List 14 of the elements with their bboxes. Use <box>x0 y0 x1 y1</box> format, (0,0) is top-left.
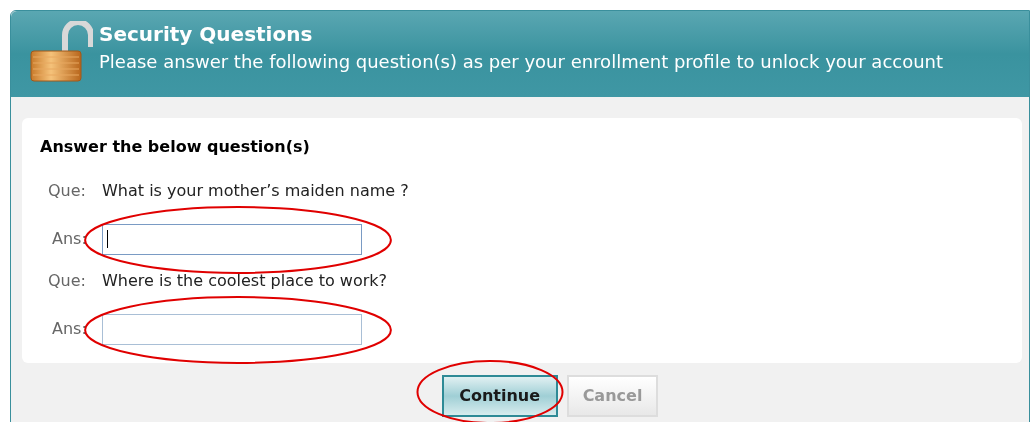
answer-label: Ans: <box>51 318 88 340</box>
continue-button[interactable]: Continue <box>441 375 558 417</box>
question-label: Que: <box>47 270 87 292</box>
answer-field[interactable] <box>102 223 362 255</box>
answer-field[interactable] <box>102 313 362 345</box>
open-padlock-icon <box>29 21 93 83</box>
form-heading: Answer the below question(s) <box>40 136 311 158</box>
question-label: Que: <box>47 180 87 202</box>
question-text: What is your mother’s maiden name ? <box>102 180 409 202</box>
text-cursor <box>107 230 108 248</box>
dialog-title: Security Questions <box>99 21 314 47</box>
dialog-subtitle: Please answer the following question(s) as per your enrollment profile to unlock your account <box>99 50 944 74</box>
question-text: Where is the coolest place to work? <box>102 270 388 292</box>
answer-label: Ans: <box>51 228 88 250</box>
